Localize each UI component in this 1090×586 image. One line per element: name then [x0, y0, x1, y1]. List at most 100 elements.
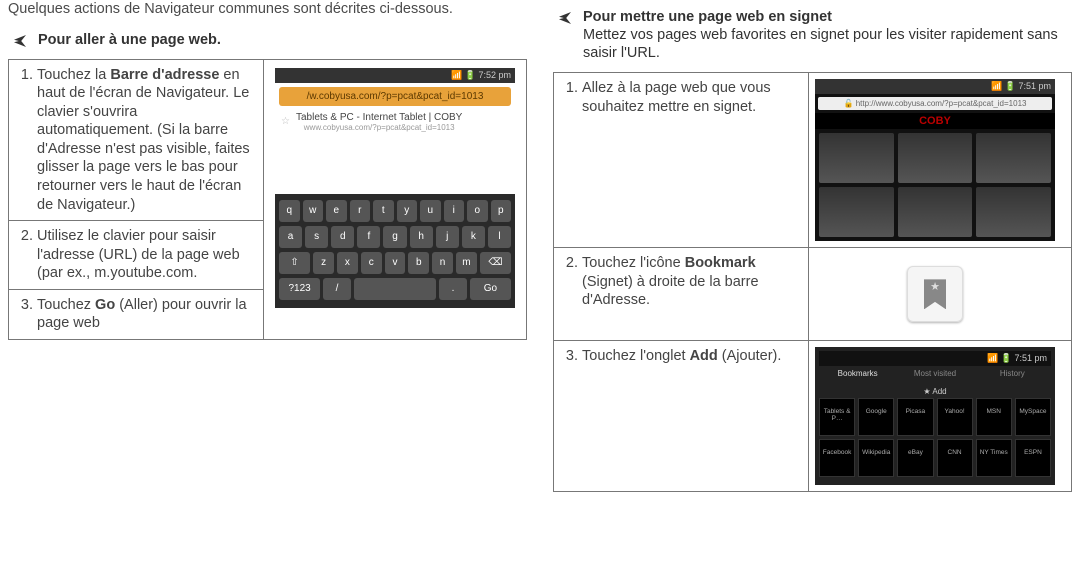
- step-3-lead: Touchez: [37, 297, 95, 313]
- bookmark-icon-example: [815, 254, 1055, 334]
- status-bar: 📶 🔋 7:51 pm: [815, 79, 1055, 94]
- key[interactable]: l: [488, 226, 511, 248]
- key[interactable]: a: [279, 226, 302, 248]
- r-step-3-lead: Touchez l'onglet: [582, 348, 690, 364]
- step-1: Touchez la Barre d'adresse en haut de l'…: [37, 66, 257, 214]
- on-screen-keyboard[interactable]: q w e r t y u i o p: [275, 194, 515, 308]
- key-shift[interactable]: ⇧: [279, 252, 310, 274]
- key[interactable]: g: [383, 226, 406, 248]
- status-bar: 📶 🔋 7:51 pm: [819, 351, 1051, 366]
- add-bookmark[interactable]: ★ Add: [819, 385, 1051, 398]
- step-1-bold: Barre d'adresse: [110, 67, 219, 83]
- section-2-heading: Pour mettre une page web en signet Mette…: [553, 8, 1072, 62]
- bookmark-tile[interactable]: Picasa: [897, 398, 933, 436]
- status-time: 7:51 pm: [1018, 81, 1051, 91]
- status-time: 7:51 pm: [1014, 353, 1047, 363]
- table-row: Touchez l'icône Bookmark (Signet) à droi…: [554, 248, 1072, 341]
- product-tile[interactable]: [819, 187, 894, 237]
- address-url: http://www.cobyusa.com/?p=pcat&pcat_id=1…: [856, 99, 1027, 108]
- key[interactable]: e: [326, 200, 347, 222]
- r-step-3: Touchez l'onglet Add (Ajouter).: [582, 347, 802, 366]
- section-1-heading: Pour aller à une page web.: [8, 31, 527, 49]
- r-step-2-lead: Touchez l'icône: [582, 255, 685, 271]
- bookmark-tile[interactable]: Facebook: [819, 439, 855, 477]
- star-icon: ☆: [281, 116, 290, 127]
- key[interactable]: s: [305, 226, 328, 248]
- key[interactable]: c: [361, 252, 382, 274]
- address-bar[interactable]: /w.cobyusa.com/?p=pcat&pcat_id=1013: [279, 87, 511, 106]
- bookmark-tile[interactable]: Wikipedia: [858, 439, 894, 477]
- suggestion-title: Tablets & PC - Internet Tablet | COBY: [296, 112, 462, 123]
- key[interactable]: p: [491, 200, 512, 222]
- key[interactable]: d: [331, 226, 354, 248]
- tab-bookmarks[interactable]: Bookmarks: [819, 366, 896, 381]
- tab-most-visited[interactable]: Most visited: [896, 366, 973, 381]
- key[interactable]: i: [444, 200, 465, 222]
- steps-table-left: Touchez la Barre d'adresse en haut de l'…: [8, 59, 527, 340]
- r-step-3-tail: (Ajouter).: [718, 348, 782, 364]
- r-step-2-bold: Bookmark: [685, 255, 756, 271]
- key-backspace[interactable]: ⌫: [480, 252, 511, 274]
- status-time: 7:52 pm: [478, 70, 511, 80]
- address-bar[interactable]: 🔓 http://www.cobyusa.com/?p=pcat&pcat_id…: [818, 97, 1052, 110]
- table-row: Touchez la Barre d'adresse en haut de l'…: [9, 59, 527, 220]
- key[interactable]: n: [432, 252, 453, 274]
- product-tile[interactable]: [976, 187, 1051, 237]
- table-row: Touchez l'onglet Add (Ajouter). 📶 🔋 7:51…: [554, 341, 1072, 492]
- step-3: Touchez Go (Aller) pour ouvrir la page w…: [37, 296, 257, 333]
- key[interactable]: j: [436, 226, 459, 248]
- coby-page-mock: 📶 🔋 7:51 pm 🔓 http://www.cobyusa.com/?p=…: [815, 79, 1055, 241]
- step-3-bold: Go: [95, 297, 115, 313]
- key[interactable]: m: [456, 252, 477, 274]
- key[interactable]: f: [357, 226, 380, 248]
- key[interactable]: r: [350, 200, 371, 222]
- step-2: Utilisez le clavier pour saisir l'adress…: [37, 227, 257, 283]
- table-row: Allez à la page web que vous souhaitez m…: [554, 73, 1072, 248]
- bookmark-tile[interactable]: CNN: [937, 439, 973, 477]
- bookmark-tile[interactable]: ESPN: [1015, 439, 1051, 477]
- key[interactable]: w: [303, 200, 324, 222]
- bookmark-tile[interactable]: MySpace: [1015, 398, 1051, 436]
- key[interactable]: v: [385, 252, 406, 274]
- key[interactable]: t: [373, 200, 394, 222]
- suggestion-row[interactable]: ☆ Tablets & PC - Internet Tablet | COBY …: [275, 110, 515, 134]
- bookmarks-grid-mock: 📶 🔋 7:51 pm Bookmarks Most visited Histo…: [815, 347, 1055, 485]
- brand-label: COBY: [815, 113, 1055, 129]
- bookmark-tile[interactable]: eBay: [897, 439, 933, 477]
- status-bar: 📶 🔋 7:52 pm: [275, 68, 515, 83]
- section-1-title: Pour aller à une page web.: [38, 31, 221, 49]
- key[interactable]: y: [397, 200, 418, 222]
- bookmark-tile[interactable]: Yahoo!: [937, 398, 973, 436]
- bookmark-tile[interactable]: Google: [858, 398, 894, 436]
- key[interactable]: z: [313, 252, 334, 274]
- suggestion-url: www.cobyusa.com/?p=pcat&pcat_id=1013: [296, 123, 462, 132]
- key-go[interactable]: Go: [470, 278, 511, 300]
- section-2-title: Pour mettre une page web en signet: [583, 9, 832, 25]
- product-tile[interactable]: [898, 187, 973, 237]
- key[interactable]: q: [279, 200, 300, 222]
- bookmark-button[interactable]: [907, 266, 963, 322]
- key-dot[interactable]: .: [439, 278, 467, 300]
- key[interactable]: b: [408, 252, 429, 274]
- steps-table-right: Allez à la page web que vous souhaitez m…: [553, 72, 1072, 492]
- key[interactable]: h: [410, 226, 433, 248]
- bookmark-tile[interactable]: Tablets & P…: [819, 398, 855, 436]
- key[interactable]: u: [420, 200, 441, 222]
- bookmark-icon: [924, 279, 946, 309]
- bookmark-tile[interactable]: NY Times: [976, 439, 1012, 477]
- key[interactable]: k: [462, 226, 485, 248]
- key[interactable]: o: [467, 200, 488, 222]
- step-1-lead: Touchez la: [37, 67, 110, 83]
- key-slash[interactable]: /: [323, 278, 351, 300]
- key-space[interactable]: [354, 278, 437, 300]
- intro-text: Quelques actions de Navigateur communes …: [8, 0, 527, 19]
- product-tile[interactable]: [819, 133, 894, 183]
- r-step-3-bold: Add: [690, 348, 718, 364]
- key-sym[interactable]: ?123: [279, 278, 320, 300]
- tab-history[interactable]: History: [974, 366, 1051, 381]
- bookmark-tile[interactable]: MSN: [976, 398, 1012, 436]
- bullet-icon: [14, 35, 26, 47]
- key[interactable]: x: [337, 252, 358, 274]
- product-tile[interactable]: [898, 133, 973, 183]
- product-tile[interactable]: [976, 133, 1051, 183]
